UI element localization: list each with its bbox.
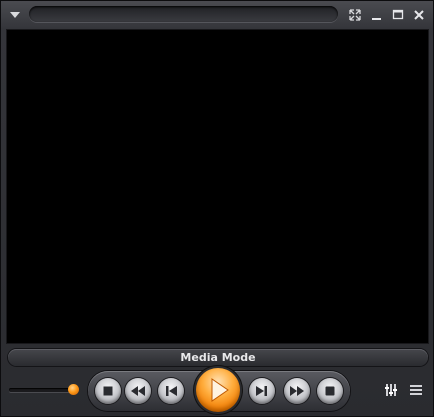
- media-player-window: Media Mode: [0, 0, 434, 417]
- main-menu-button[interactable]: [7, 8, 23, 22]
- triangle-down-icon: [10, 12, 20, 18]
- minimize-button[interactable]: [369, 7, 385, 23]
- previous-icon: [166, 386, 177, 396]
- fast-forward-button[interactable]: [284, 378, 310, 404]
- previous-button[interactable]: [158, 378, 184, 404]
- rewind-icon: [131, 386, 145, 396]
- equalizer-icon: [385, 384, 397, 396]
- record-icon: [325, 386, 335, 396]
- fullscreen-button[interactable]: [347, 7, 363, 23]
- title-bar[interactable]: [1, 1, 433, 29]
- close-button[interactable]: [411, 7, 427, 23]
- fullscreen-icon: [349, 9, 361, 21]
- next-icon: [256, 386, 267, 396]
- mode-bar[interactable]: Media Mode: [8, 349, 428, 366]
- minimize-icon: [372, 18, 381, 20]
- equalizer-button[interactable]: [385, 382, 397, 398]
- video-display[interactable]: [7, 30, 428, 343]
- stop-button[interactable]: [95, 378, 121, 404]
- stop-icon: [103, 386, 113, 396]
- title-display: [29, 6, 338, 22]
- mode-label: Media Mode: [180, 351, 256, 364]
- playlist-button[interactable]: [409, 383, 423, 397]
- record-button[interactable]: [317, 378, 343, 404]
- close-icon: [414, 10, 424, 20]
- next-button[interactable]: [249, 378, 275, 404]
- maximize-button[interactable]: [390, 7, 406, 23]
- play-icon: [211, 378, 229, 402]
- seek-knob[interactable]: [68, 384, 79, 395]
- rewind-button[interactable]: [125, 378, 151, 404]
- seek-bar[interactable]: [9, 388, 73, 392]
- play-button[interactable]: [196, 368, 240, 412]
- fast-forward-icon: [290, 386, 304, 396]
- maximize-icon: [392, 9, 404, 20]
- playlist-icon: [410, 385, 422, 395]
